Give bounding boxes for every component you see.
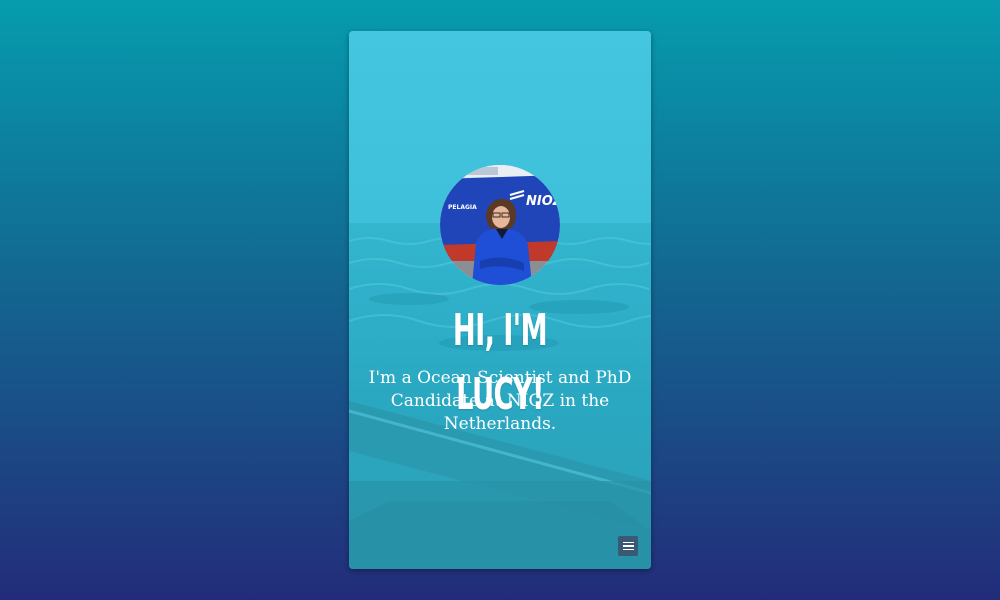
profile-photo: PELAGIA NIOZ — [440, 165, 560, 285]
hamburger-menu-icon — [622, 541, 634, 544]
menu-button[interactable] — [618, 536, 638, 556]
ship-name-text: PELAGIA — [448, 204, 477, 211]
hamburger-menu-icon-bar — [622, 548, 634, 551]
hamburger-menu-icon-bar — [622, 545, 634, 547]
hero-card: PELAGIA NIOZ HI, I'M LUCY! I'm a Ocean S… — [349, 31, 651, 569]
hero-subtitle: I'm a Ocean Scientist and PhD Candidate … — [368, 368, 632, 434]
